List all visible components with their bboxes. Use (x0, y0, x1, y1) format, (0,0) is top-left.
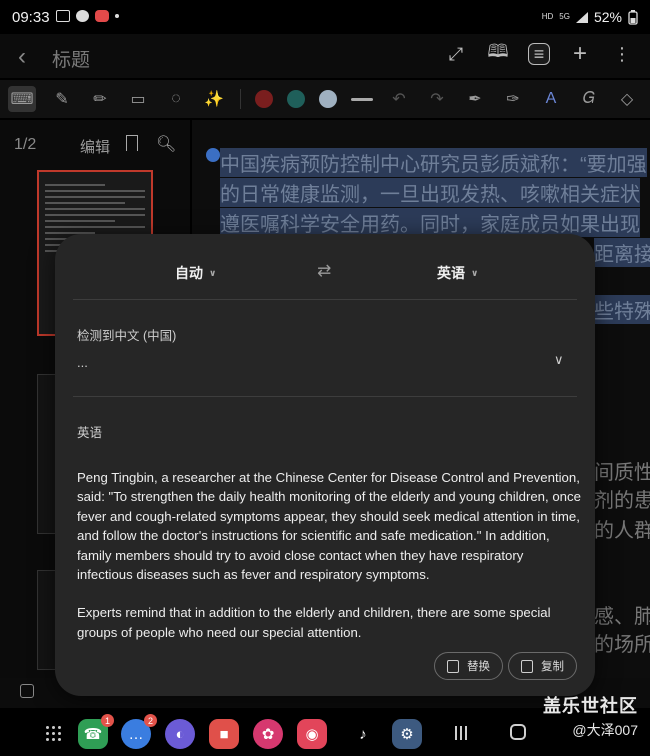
replace-button[interactable]: 替换 (434, 652, 503, 680)
copy-button[interactable]: 复制 (508, 652, 577, 680)
eraser-icon[interactable]: ▭ (126, 87, 150, 111)
status-time: 09:33 (12, 9, 50, 26)
copy-icon (521, 659, 533, 673)
notification-icons (56, 10, 119, 22)
checkbox-icon[interactable] (20, 684, 34, 698)
translation-paragraph: Peng Tingbin, a researcher at the Chines… (77, 470, 581, 583)
lasso-icon[interactable]: ◌ (164, 87, 188, 111)
source-language-label: 自动 (175, 265, 203, 281)
back-arrow-icon[interactable]: ‹ (18, 43, 26, 71)
battery-level: 52% (593, 9, 622, 25)
note-fragment: 距离接 (594, 238, 650, 267)
network-type: HD (541, 12, 554, 21)
add-page-icon[interactable]: + (568, 40, 592, 67)
flower-app-icon[interactable]: ✿ (253, 719, 283, 749)
note-fragment: 的场所 (594, 634, 650, 656)
source-text: ... (77, 355, 88, 370)
settings-app-icon[interactable]: ⚙ (392, 719, 422, 749)
network-gen: 5G (559, 12, 570, 21)
translation-paragraph: Experts remind that in addition to the e… (77, 605, 551, 640)
watermark: 盖乐世社区 @大泽007 (543, 692, 638, 740)
note-title-bar: ‹ 标题 ⤢ 🕮 ≡ + ⋮ (0, 34, 650, 78)
highlighter-icon[interactable]: ✏ (88, 87, 112, 111)
recent-apps-icon[interactable] (455, 726, 469, 740)
status-right: HD 5G 52% (542, 9, 638, 25)
search-icon[interactable]: 🔍︎ (156, 134, 176, 154)
messages-badge: 2 (144, 714, 157, 727)
phone-app-icon[interactable]: ☎ 1 (78, 714, 114, 749)
app-notification-icon (95, 10, 109, 22)
messages-app-icon[interactable]: … 2 (121, 714, 157, 749)
ai-sparkle-icon[interactable]: ✨ (202, 87, 226, 111)
color-swatch-teal[interactable] (287, 90, 305, 108)
wechat-notification-icon (76, 10, 89, 22)
watermark-title: 盖乐世社区 (543, 696, 638, 716)
color-swatch-grey[interactable] (319, 90, 337, 108)
watermark-user: @大泽007 (572, 722, 638, 738)
translation-text: Peng Tingbin, a researcher at the Chines… (77, 468, 581, 642)
more-notifications-dot (115, 14, 119, 18)
note-fragment: 剂的患 (594, 490, 650, 512)
gallery-notification-icon (56, 10, 70, 22)
home-button-icon[interactable] (510, 724, 526, 740)
fill-pen-icon[interactable]: ✑ (501, 87, 525, 111)
camera-app-icon[interactable]: ◉ (297, 719, 327, 749)
note-line: 遵医嘱科学安全用药。同时，家庭成员如果出现 (220, 208, 640, 237)
divider (73, 299, 577, 300)
drawing-toolbar: ⌨ ✎ ✏ ▭ ◌ ✨ ↶ ↷ ✒ ✑ A 𝐺 ◇ (0, 80, 650, 118)
replace-icon (447, 659, 459, 673)
app-drawer-icon[interactable] (46, 726, 62, 742)
note-fragment: 些特殊 (594, 295, 650, 324)
swap-languages-icon[interactable]: ⇄ (317, 261, 331, 281)
copy-label: 复制 (541, 661, 564, 673)
tiktok-app-icon[interactable]: ♪ (348, 719, 378, 749)
selection-handle[interactable] (206, 148, 220, 162)
target-language-label: 英语 (437, 265, 465, 281)
undo-icon[interactable]: ↶ (387, 87, 411, 111)
translate-dialog: 自动 ∨ ⇄ 英语 ∨ 检测到中文 (中国) ... ∨ 英语 Peng Tingb… (55, 234, 595, 696)
edit-pages-button[interactable]: 编辑 (80, 136, 110, 157)
title-actions: ⤢ 🕮 ≡ + ⋮ (444, 40, 634, 67)
internet-app-icon[interactable]: ◐ (165, 719, 195, 749)
replace-label: 替换 (467, 661, 490, 673)
pen-icon[interactable]: ✎ (50, 87, 74, 111)
note-line: 的日常健康监测，一旦出现发热、咳嗽相关症状 (220, 178, 640, 207)
note-title[interactable]: 标题 (52, 45, 90, 72)
chevron-down-icon: ∨ (209, 268, 217, 278)
chevron-down-icon: ∨ (471, 268, 479, 278)
expand-source-chevron-icon[interactable]: ∨ (554, 352, 564, 368)
note-fragment: 间质性 (594, 462, 650, 484)
shapes-icon[interactable]: ◇ (615, 87, 639, 111)
book-view-icon[interactable]: 🕮 (486, 41, 510, 66)
battery-icon (628, 9, 638, 25)
bookmark-icon[interactable] (126, 135, 138, 151)
redo-icon[interactable]: ↷ (425, 87, 449, 111)
phone-badge: 1 (101, 714, 114, 727)
page-indicator: 1/2 (14, 136, 37, 153)
color-swatch-red[interactable] (255, 90, 273, 108)
note-fragment: 感、肺 (594, 606, 650, 628)
shape-pen-icon[interactable]: ✒ (463, 87, 487, 111)
note-fragment: 的人群 (594, 520, 650, 542)
signal-icon (575, 11, 588, 23)
detected-language-label: 检测到中文 (中国) (77, 329, 177, 343)
status-bar: 09:33 HD 5G 52% (0, 0, 650, 34)
toolbar-divider (240, 89, 241, 109)
divider (73, 396, 577, 397)
more-options-icon[interactable]: ⋮ (610, 42, 634, 66)
keyboard-icon[interactable]: ⌨ (8, 86, 36, 112)
notes-app-icon[interactable]: ■ (209, 719, 239, 749)
reading-mode-icon[interactable]: ≡ (528, 43, 550, 65)
note-line: 中国疾病预防控制中心研究员彭质斌称：“要加强 (220, 148, 647, 177)
expand-icon[interactable]: ⤢ (444, 42, 468, 66)
text-format-icon[interactable]: 𝐺 (577, 87, 601, 111)
source-language-selector[interactable]: 自动 ∨ (175, 263, 216, 283)
target-language-selector[interactable]: 英语 ∨ (437, 263, 478, 283)
target-language-heading: 英语 (77, 426, 103, 440)
text-style-icon[interactable]: A (539, 87, 563, 111)
stroke-width-icon[interactable] (351, 97, 373, 101)
